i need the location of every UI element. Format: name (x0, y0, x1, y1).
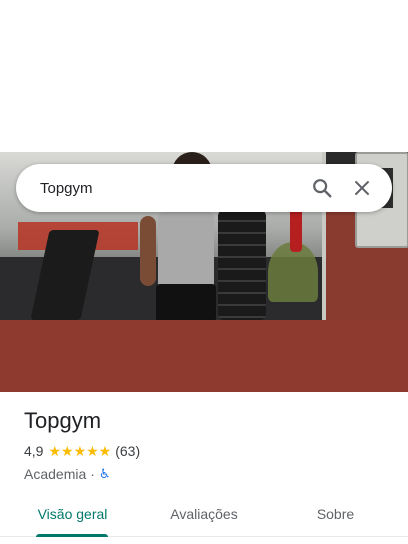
tab-bar: Visão geral Avaliações Sobre (0, 492, 408, 537)
tab-about[interactable]: Sobre (263, 492, 408, 536)
place-title: Topgym (24, 408, 102, 433)
category-row: Academia · ♿ (24, 464, 394, 484)
review-count[interactable]: (63) (115, 443, 140, 459)
tab-label: Avaliações (170, 506, 238, 522)
place-category[interactable]: Academia (24, 466, 86, 482)
search-icon (313, 179, 332, 198)
place-info: Topgym 4,9 ★★★★★ (63) Academia · ♿ (24, 406, 394, 484)
wheelchair-icon[interactable]: ♿ (99, 466, 111, 482)
clear-search-button[interactable] (342, 168, 382, 208)
tab-label: Visão geral (37, 506, 108, 522)
close-icon (355, 181, 369, 195)
tab-label: Sobre (316, 506, 355, 522)
rating-value: 4,9 (24, 443, 44, 459)
rating-row[interactable]: 4,9 ★★★★★ (63) (24, 442, 394, 460)
dumbbell-rack (218, 210, 266, 320)
search-bar[interactable] (16, 164, 392, 212)
tab-selected-indicator (36, 534, 108, 537)
tab-overview[interactable]: Visão geral (0, 492, 145, 537)
search-button[interactable] (302, 168, 342, 208)
tab-reviews[interactable]: Avaliações (145, 492, 263, 536)
separator-dot: · (90, 466, 95, 482)
search-input[interactable] (40, 179, 302, 197)
star-icon: ★★★★★ (48, 442, 112, 459)
